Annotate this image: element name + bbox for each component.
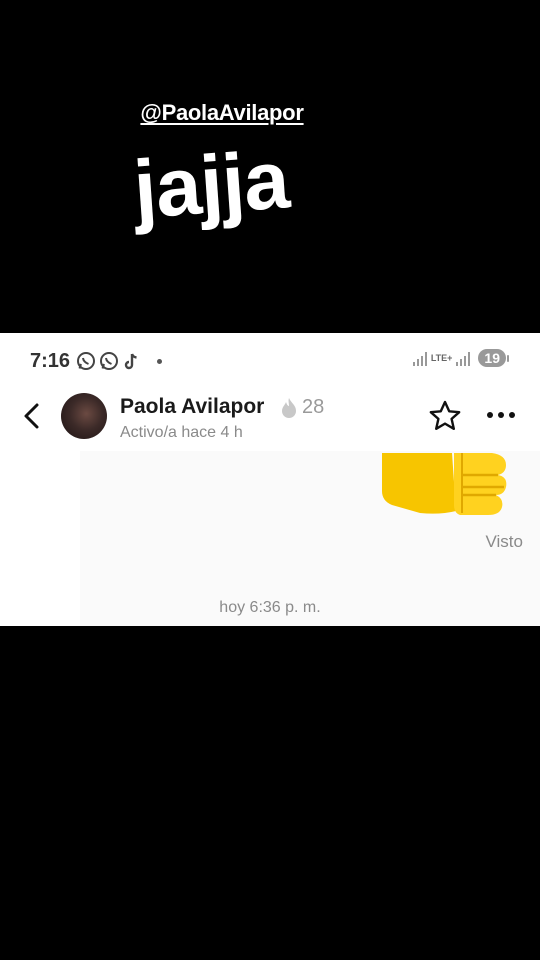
more-notifications-dot <box>157 358 162 364</box>
streak-count: 28 <box>302 396 325 418</box>
signal-icon <box>412 350 427 366</box>
flame-icon <box>282 398 296 418</box>
avatar[interactable] <box>61 393 107 439</box>
signal-icon <box>456 350 471 366</box>
network-label: LTE+ <box>430 353 453 363</box>
whatsapp-icon <box>100 352 118 370</box>
battery-badge: 19 <box>478 349 509 367</box>
status-time: 7:16 <box>30 350 71 372</box>
whatsapp-icon <box>77 352 95 370</box>
contact-status: Activo/a hace 4 h <box>120 424 243 441</box>
chat-screenshot: 7:16 LTE+ 19 Paola Avilapor 28 Activo/a … <box>0 333 540 626</box>
tiktok-icon <box>124 353 137 370</box>
caption-overlay: jajja <box>130 134 292 236</box>
seen-label: Visto <box>485 532 524 551</box>
notification-icons <box>76 351 162 371</box>
more-options-icon[interactable] <box>484 405 520 425</box>
status-bar: 7:16 LTE+ 19 <box>0 333 540 389</box>
mention-text[interactable]: @PaolaAvilapor <box>140 100 303 126</box>
chat-header: Paola Avilapor 28 Activo/a hace 4 h <box>0 389 540 451</box>
contact-name[interactable]: Paola Avilapor <box>120 395 264 419</box>
thumbs-emoji-sticker[interactable] <box>380 453 510 519</box>
mention-overlay: @PaolaAvilapor <box>0 100 540 126</box>
back-arrow-icon[interactable] <box>18 401 46 431</box>
message-timestamp: hoy 6:36 p. m. <box>219 599 321 616</box>
system-status: LTE+ 19 <box>412 349 509 367</box>
star-icon[interactable] <box>427 399 463 433</box>
